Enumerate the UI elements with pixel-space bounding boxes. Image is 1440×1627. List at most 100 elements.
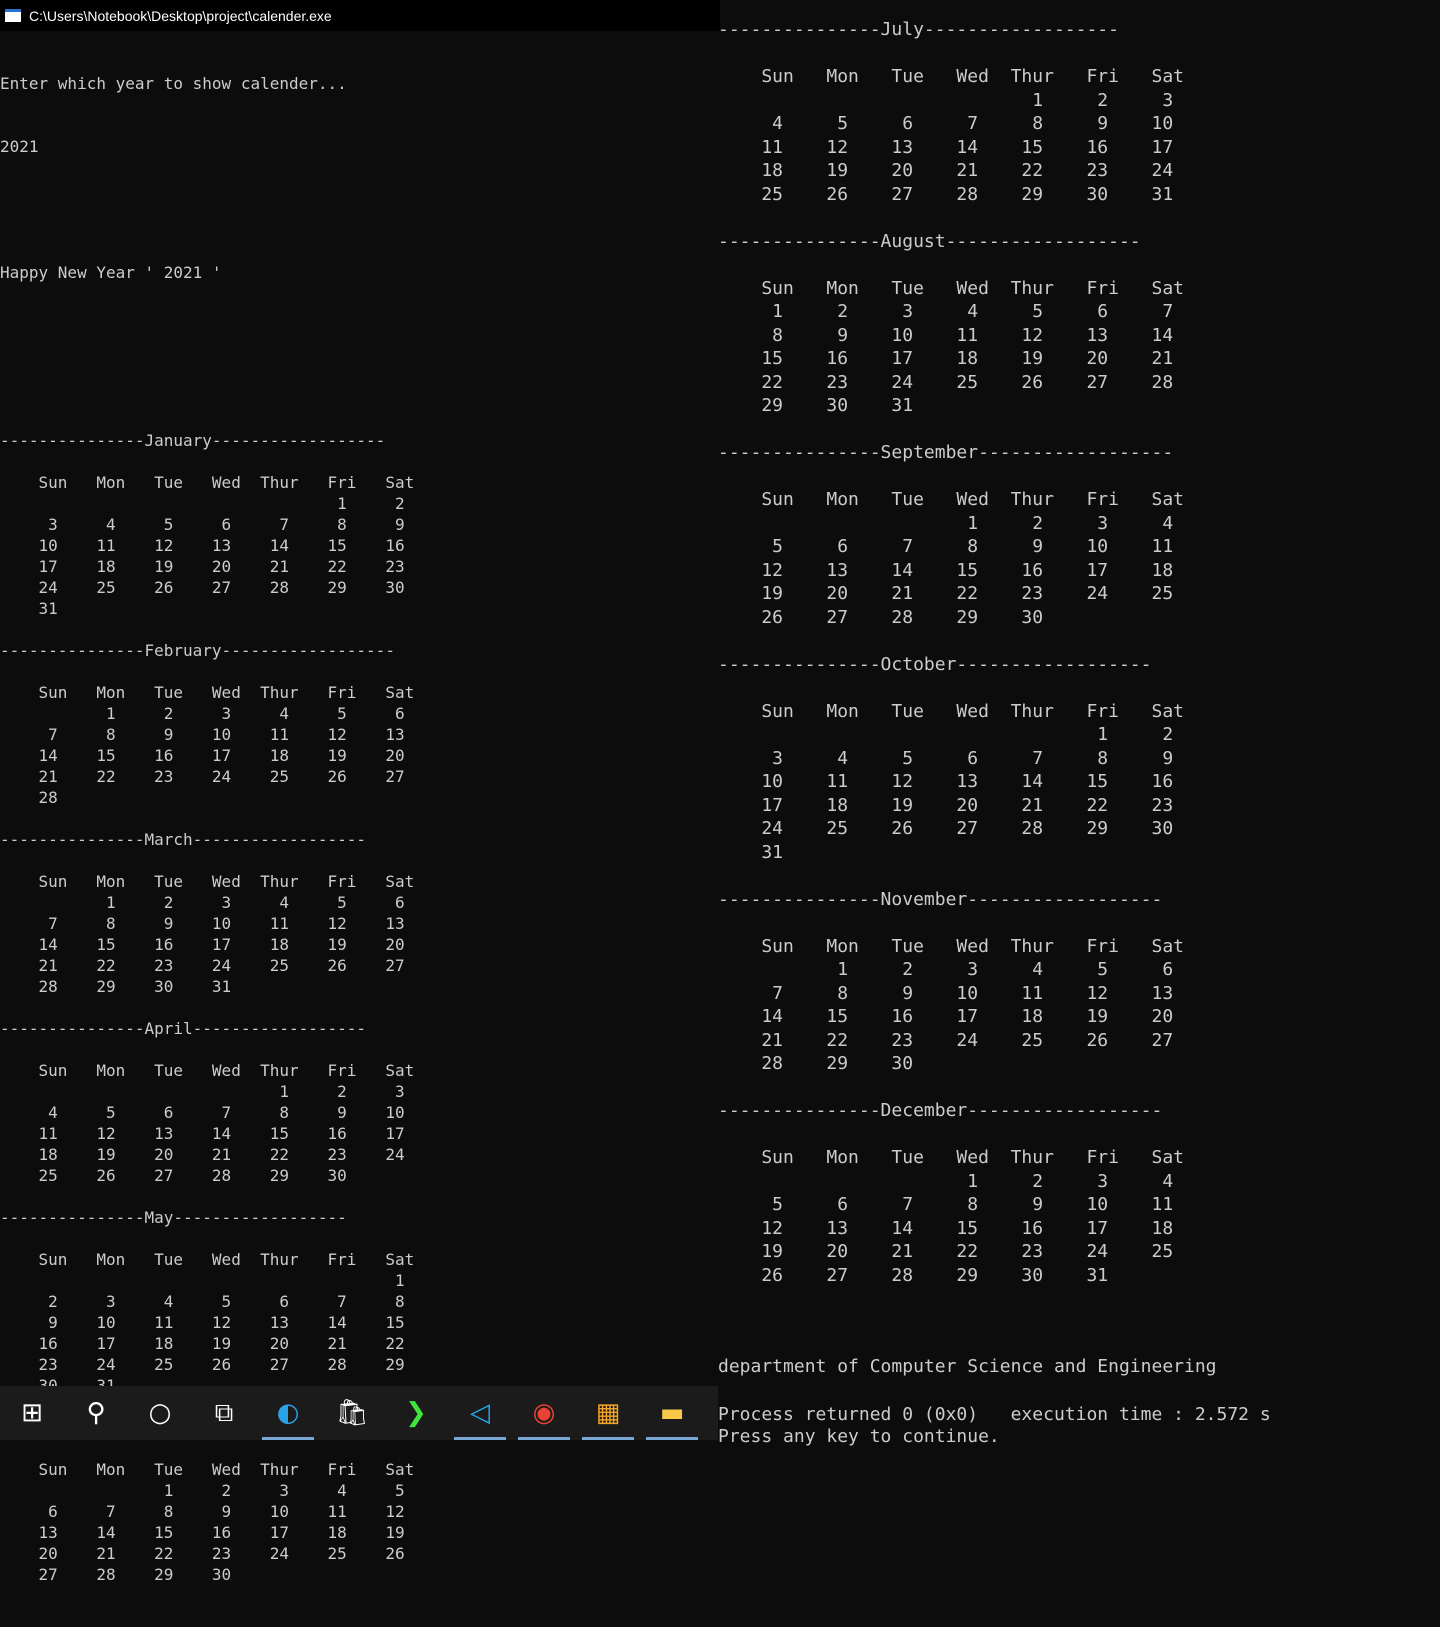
week-row: 6 7 8 9 10 11 12 (0, 1502, 405, 1521)
week-row: 26 27 28 29 30 (718, 606, 1044, 628)
edge-browser-taskbar-button[interactable]: ◐ (256, 1386, 320, 1440)
month-september: ---------------September----------------… (718, 441, 1184, 653)
window-titlebar[interactable]: C:\Users\Notebook\Desktop\project\calend… (0, 0, 720, 31)
week-row: 5 6 7 8 9 10 11 (718, 536, 1174, 557)
week-row: 1 2 3 4 5 6 (0, 704, 405, 723)
weekday-row: Sun Mon Tue Wed Thur Fri Sat (0, 683, 415, 702)
week-row: 19 20 21 22 23 24 25 (718, 583, 1174, 604)
week-row: 9 10 11 12 13 14 15 (0, 1313, 405, 1332)
month-header: ---------------May------------------ (0, 1208, 347, 1227)
edge-browser-icon: ◐ (276, 1398, 300, 1428)
vscode-icon: ◁ (470, 1398, 490, 1428)
week-row: 11 12 13 14 15 16 17 (0, 1124, 405, 1143)
week-row: 8 9 10 11 12 13 14 (718, 324, 1174, 346)
week-row: 21 22 23 24 25 26 27 (0, 956, 405, 975)
search-taskbar-button[interactable]: ⚲ (64, 1386, 128, 1440)
office-taskbar-button[interactable]: ▦ (576, 1386, 640, 1440)
month-january: ---------------January------------------… (0, 430, 414, 640)
month-header: ---------------October------------------ (718, 653, 1152, 675)
week-row: 10 11 12 13 14 15 16 (0, 536, 405, 555)
week-row: 11 12 13 14 15 16 17 (718, 136, 1174, 158)
weekday-row: Sun Mon Tue Wed Thur Fri Sat (718, 935, 1184, 957)
vscode-taskbar-button[interactable]: ◁ (448, 1386, 512, 1440)
process-status-text: Process returned 0 (0x0) execution time … (718, 1404, 1271, 1425)
cortana-taskbar-button[interactable]: ○ (128, 1386, 192, 1440)
month-header: ---------------January------------------ (0, 431, 386, 450)
week-row: 1 2 3 4 5 (0, 1481, 405, 1500)
department-text: department of Computer Science and Engin… (718, 1356, 1217, 1377)
month-july: ---------------July------------------ Su… (718, 18, 1184, 230)
week-row: 10 11 12 13 14 15 16 (718, 771, 1174, 792)
week-row: 1 2 (718, 724, 1174, 745)
console-app-icon (5, 9, 21, 22)
greeting-text: Happy New Year ' 2021 ' (0, 263, 222, 282)
weekday-row: Sun Mon Tue Wed Thur Fri Sat (0, 1250, 415, 1269)
console-right-column: ---------------July------------------ Su… (718, 18, 1184, 1311)
microsoft-store-taskbar-button[interactable]: 🛍 (320, 1386, 384, 1440)
week-row: 1 2 3 4 (718, 1170, 1174, 1192)
week-row: 21 22 23 24 25 26 27 (718, 1029, 1174, 1051)
week-row: 15 16 17 18 19 20 21 (718, 348, 1174, 369)
month-header: ---------------November-----------------… (718, 888, 1163, 910)
week-row: 27 28 29 30 (0, 1565, 232, 1584)
month-february: ---------------February-----------------… (0, 640, 414, 829)
week-row: 1 2 3 (0, 1082, 405, 1101)
week-row: 1 2 3 4 5 6 (718, 959, 1174, 980)
week-row: 1 2 (0, 494, 405, 513)
dev-tool-icon: ❯ (405, 1398, 427, 1428)
week-row: 7 8 9 10 11 12 13 (0, 914, 405, 933)
week-row: 20 21 22 23 24 25 26 (0, 1544, 405, 1563)
chrome-taskbar-button[interactable]: ◉ (512, 1386, 576, 1440)
search-icon: ⚲ (86, 1398, 106, 1428)
week-row: 14 15 16 17 18 19 20 (718, 1006, 1174, 1027)
week-row: 16 17 18 19 20 21 22 (0, 1334, 405, 1353)
windows-start-taskbar-button[interactable]: ⊞ (0, 1386, 64, 1440)
week-row: 3 4 5 6 7 8 9 (0, 515, 405, 534)
week-row: 21 22 23 24 25 26 27 (0, 767, 405, 786)
week-row: 28 29 30 (718, 1053, 914, 1074)
file-explorer-taskbar-button[interactable]: ▬ (640, 1386, 704, 1440)
month-header: ---------------April------------------ (0, 1019, 367, 1038)
weekday-row: Sun Mon Tue Wed Thur Fri Sat (718, 489, 1184, 510)
week-row: 31 (0, 599, 58, 618)
week-row: 5 6 7 8 9 10 11 (718, 1194, 1174, 1215)
month-june: ---------------June------------------ Su… (0, 1417, 414, 1606)
task-view-taskbar-button[interactable]: ⧉ (192, 1386, 256, 1440)
week-row: 1 (0, 1271, 405, 1290)
office-icon: ▦ (595, 1398, 621, 1428)
week-row: 2 3 4 5 6 7 8 (0, 1292, 405, 1311)
microsoft-store-icon: 🛍 (335, 1398, 369, 1428)
week-row: 24 25 26 27 28 29 30 (718, 818, 1174, 839)
week-row: 17 18 19 20 21 22 23 (718, 794, 1174, 816)
weekday-row: Sun Mon Tue Wed Thur Fri Sat (718, 700, 1184, 722)
week-row: 3 4 5 6 7 8 9 (718, 747, 1174, 769)
week-row: 18 19 20 21 22 23 24 (0, 1145, 405, 1164)
dev-tool-taskbar-button[interactable]: ❯ (384, 1386, 448, 1440)
week-row: 14 15 16 17 18 19 20 (0, 746, 405, 765)
week-row: 12 13 14 15 16 17 18 (718, 559, 1174, 581)
cortana-icon: ○ (148, 1398, 172, 1428)
week-row: 25 26 27 28 29 30 (0, 1166, 347, 1185)
weekday-row: Sun Mon Tue Wed Thur Fri Sat (718, 66, 1184, 87)
month-march: ---------------March------------------ S… (0, 829, 414, 1018)
weekday-row: Sun Mon Tue Wed Thur Fri Sat (0, 473, 415, 492)
week-row: 7 8 9 10 11 12 13 (0, 725, 405, 744)
windows-taskbar: ⊞ ⚲ ○ ⧉ ◐ 🛍 ❯ ◁ ◉ ▦ ▬ (0, 1386, 718, 1440)
week-row: 24 25 26 27 28 29 30 (0, 578, 405, 597)
week-row: 28 29 30 31 (0, 977, 232, 996)
file-explorer-icon: ▬ (659, 1398, 685, 1428)
input-prompt: Enter which year to show calender... (0, 74, 347, 93)
month-header: ---------------July------------------ (718, 19, 1119, 40)
month-april: ---------------April------------------ S… (0, 1018, 414, 1207)
month-august: ---------------August------------------ … (718, 230, 1184, 442)
input-value: 2021 (0, 137, 39, 156)
window-title: C:\Users\Notebook\Desktop\project\calend… (29, 7, 332, 24)
week-row: 7 8 9 10 11 12 13 (718, 982, 1174, 1004)
weekday-row: Sun Mon Tue Wed Thur Fri Sat (718, 1147, 1184, 1168)
weekday-row: Sun Mon Tue Wed Thur Fri Sat (718, 277, 1184, 299)
week-row: 1 2 3 (718, 89, 1174, 111)
week-row: 29 30 31 (718, 395, 914, 416)
week-row: 23 24 25 26 27 28 29 (0, 1355, 405, 1374)
week-row: 14 15 16 17 18 19 20 (0, 935, 405, 954)
week-row: 31 (718, 841, 784, 863)
